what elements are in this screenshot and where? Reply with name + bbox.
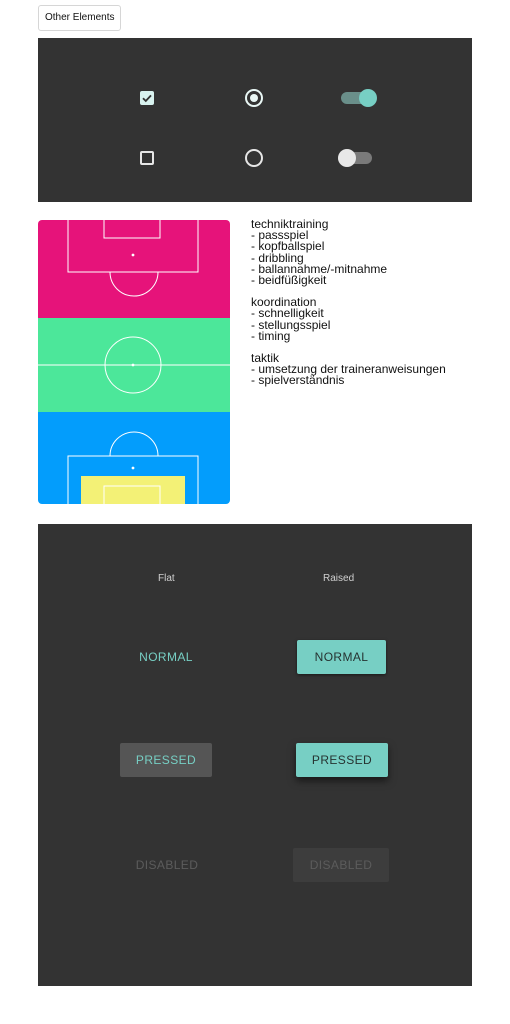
flat-normal-button[interactable]: NORMAL bbox=[122, 640, 210, 674]
notes-item: - beidfüßigkeit bbox=[251, 273, 327, 288]
notes-item: - timing bbox=[251, 328, 291, 343]
notes-group: techniktraining - passspiel - kopfballspie… bbox=[251, 218, 446, 288]
raised-column-header: Raised bbox=[323, 573, 355, 584]
other-elements-button[interactable]: Other Elements bbox=[38, 5, 122, 31]
radio-selected[interactable] bbox=[245, 89, 263, 107]
checkmark-icon bbox=[142, 94, 152, 103]
raised-disabled-button: DISABLED bbox=[293, 848, 389, 882]
radio-dot bbox=[250, 94, 258, 102]
toggle-thumb bbox=[359, 89, 377, 107]
notes-group: taktik - umsetzung der traineranweisungen… bbox=[251, 352, 446, 388]
toggle-off[interactable] bbox=[338, 149, 374, 167]
notes-item: - spielverständnis bbox=[251, 373, 345, 388]
radio-unselected[interactable] bbox=[245, 149, 263, 167]
training-notes: techniktraining - passspiel - kopfballspie… bbox=[251, 218, 446, 398]
buttons-panel: Flat Raised NORMAL NORMAL PRESSED PRESSE… bbox=[38, 524, 472, 986]
toggle-thumb bbox=[338, 149, 356, 167]
flat-pressed-button[interactable]: PRESSED bbox=[120, 743, 212, 777]
flat-disabled-button: DISABLED bbox=[135, 858, 199, 872]
raised-normal-button[interactable]: NORMAL bbox=[297, 640, 386, 674]
notes-group: koordination - schnelligkeit - stellungssp… bbox=[251, 296, 446, 343]
checkbox-checked[interactable] bbox=[140, 91, 154, 105]
raised-pressed-button[interactable]: PRESSED bbox=[296, 743, 388, 777]
flat-column-header: Flat bbox=[158, 573, 175, 584]
checkbox-unchecked[interactable] bbox=[140, 151, 154, 165]
controls-panel bbox=[38, 38, 472, 202]
toggle-on[interactable] bbox=[341, 89, 377, 107]
soccer-pitch-image bbox=[38, 220, 230, 504]
